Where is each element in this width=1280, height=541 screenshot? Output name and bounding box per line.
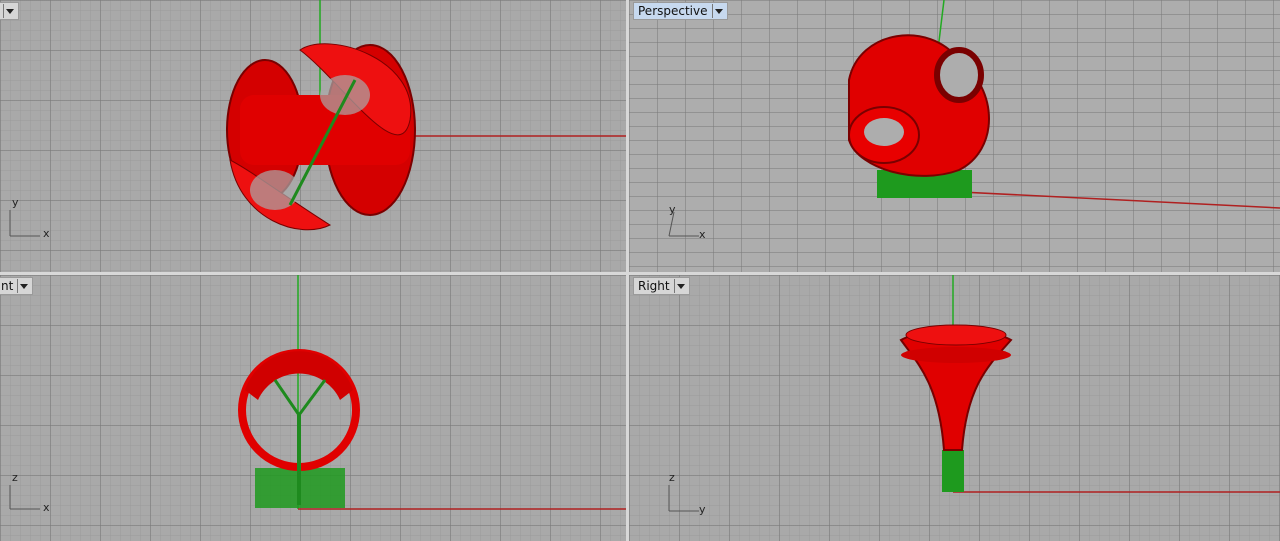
top-view-canvas — [9, 0, 626, 237]
y-axis-label: y — [12, 196, 19, 209]
ring-model[interactable] — [848, 34, 990, 198]
z-axis-label: z — [12, 471, 18, 484]
right-view-canvas — [668, 275, 1280, 512]
perspective-view-canvas — [668, 0, 1280, 237]
x-axis-label: x — [699, 228, 706, 241]
top-viewport[interactable]: y x — [0, 0, 626, 272]
z-axis-label: z — [669, 471, 675, 484]
front-viewport[interactable]: nt z x — [0, 275, 626, 541]
ring-model[interactable] — [238, 349, 360, 508]
front-view-canvas — [9, 275, 626, 510]
y-axis-label: y — [669, 203, 676, 216]
x-axis-label: x — [43, 501, 50, 514]
x-axis-label: x — [43, 227, 50, 240]
ring-model[interactable] — [226, 43, 416, 231]
ring-model[interactable] — [899, 324, 1013, 492]
right-viewport[interactable]: Right z y — [629, 275, 1280, 541]
perspective-viewport[interactable]: Perspective y x — [629, 0, 1280, 272]
y-axis-label: y — [699, 503, 706, 516]
